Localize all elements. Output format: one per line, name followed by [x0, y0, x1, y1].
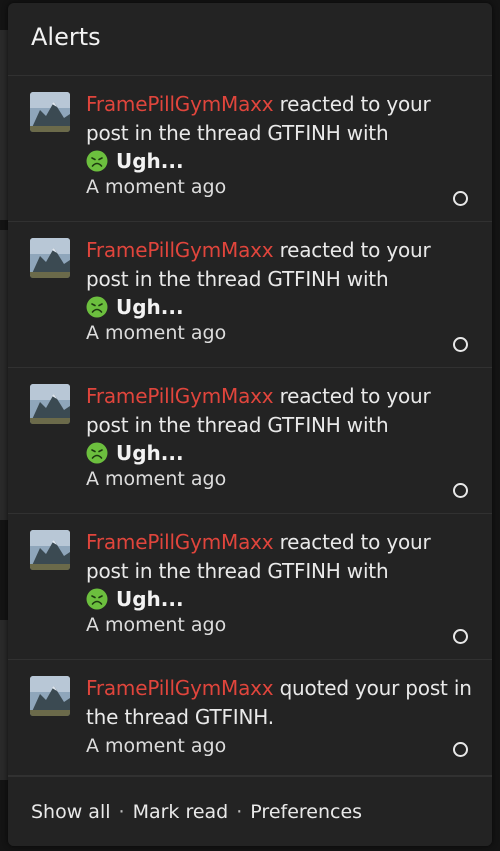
- background-strip: [0, 30, 8, 220]
- alert-item[interactable]: FramePillGymMaxx reacted to your post in…: [8, 76, 492, 222]
- unread-circle-icon[interactable]: [453, 337, 468, 352]
- alert-text: FramePillGymMaxx reacted to your post in…: [86, 528, 472, 586]
- avatar[interactable]: [30, 530, 70, 570]
- unread-circle-icon[interactable]: [453, 742, 468, 757]
- reaction: Ugh...: [86, 587, 472, 611]
- alert-item[interactable]: FramePillGymMaxx quoted your post in the…: [8, 660, 492, 776]
- alert-time: A moment ago: [86, 322, 227, 344]
- preferences-link[interactable]: Preferences: [250, 801, 362, 823]
- alert-time: A moment ago: [86, 735, 227, 757]
- username-link[interactable]: FramePillGymMaxx: [86, 384, 274, 408]
- username-link[interactable]: FramePillGymMaxx: [86, 676, 274, 700]
- username-link[interactable]: FramePillGymMaxx: [86, 530, 274, 554]
- alert-list: FramePillGymMaxx reacted to your post in…: [8, 76, 492, 776]
- alert-item[interactable]: FramePillGymMaxx reacted to your post in…: [8, 222, 492, 368]
- footer-separator: ·: [236, 800, 243, 823]
- show-all-link[interactable]: Show all: [31, 801, 111, 823]
- unread-circle-icon[interactable]: [453, 191, 468, 206]
- nauseated-face-icon: [86, 442, 108, 464]
- reaction-label: Ugh...: [116, 295, 184, 319]
- background-strip: [0, 620, 8, 780]
- alerts-popup: Alerts FramePillGymMaxx reacted to your …: [8, 3, 492, 846]
- nauseated-face-icon: [86, 588, 108, 610]
- footer-separator: ·: [118, 800, 125, 823]
- popup-title: Alerts: [31, 23, 101, 51]
- popup-footer: Show all · Mark read · Preferences: [8, 776, 492, 846]
- reaction: Ugh...: [86, 149, 472, 173]
- reaction-label: Ugh...: [116, 149, 184, 173]
- username-link[interactable]: FramePillGymMaxx: [86, 238, 274, 262]
- unread-circle-icon[interactable]: [453, 483, 468, 498]
- avatar[interactable]: [30, 384, 70, 424]
- background-strip: [0, 230, 8, 520]
- avatar[interactable]: [30, 676, 70, 716]
- alert-time: A moment ago: [86, 468, 227, 490]
- nauseated-face-icon: [86, 296, 108, 318]
- alert-time: A moment ago: [86, 176, 227, 198]
- reaction-label: Ugh...: [116, 441, 184, 465]
- alert-text: FramePillGymMaxx quoted your post in the…: [86, 674, 472, 732]
- username-link[interactable]: FramePillGymMaxx: [86, 92, 274, 116]
- unread-circle-icon[interactable]: [453, 629, 468, 644]
- mark-read-link[interactable]: Mark read: [133, 801, 229, 823]
- alert-time: A moment ago: [86, 614, 227, 636]
- nauseated-face-icon: [86, 150, 108, 172]
- reaction: Ugh...: [86, 441, 472, 465]
- popup-header: Alerts: [8, 3, 492, 76]
- avatar[interactable]: [30, 92, 70, 132]
- reaction-label: Ugh...: [116, 587, 184, 611]
- reaction: Ugh...: [86, 295, 472, 319]
- alert-text: FramePillGymMaxx reacted to your post in…: [86, 90, 472, 148]
- avatar[interactable]: [30, 238, 70, 278]
- alert-item[interactable]: FramePillGymMaxx reacted to your post in…: [8, 368, 492, 514]
- alert-text: FramePillGymMaxx reacted to your post in…: [86, 382, 472, 440]
- alert-item[interactable]: FramePillGymMaxx reacted to your post in…: [8, 514, 492, 660]
- alert-text: FramePillGymMaxx reacted to your post in…: [86, 236, 472, 294]
